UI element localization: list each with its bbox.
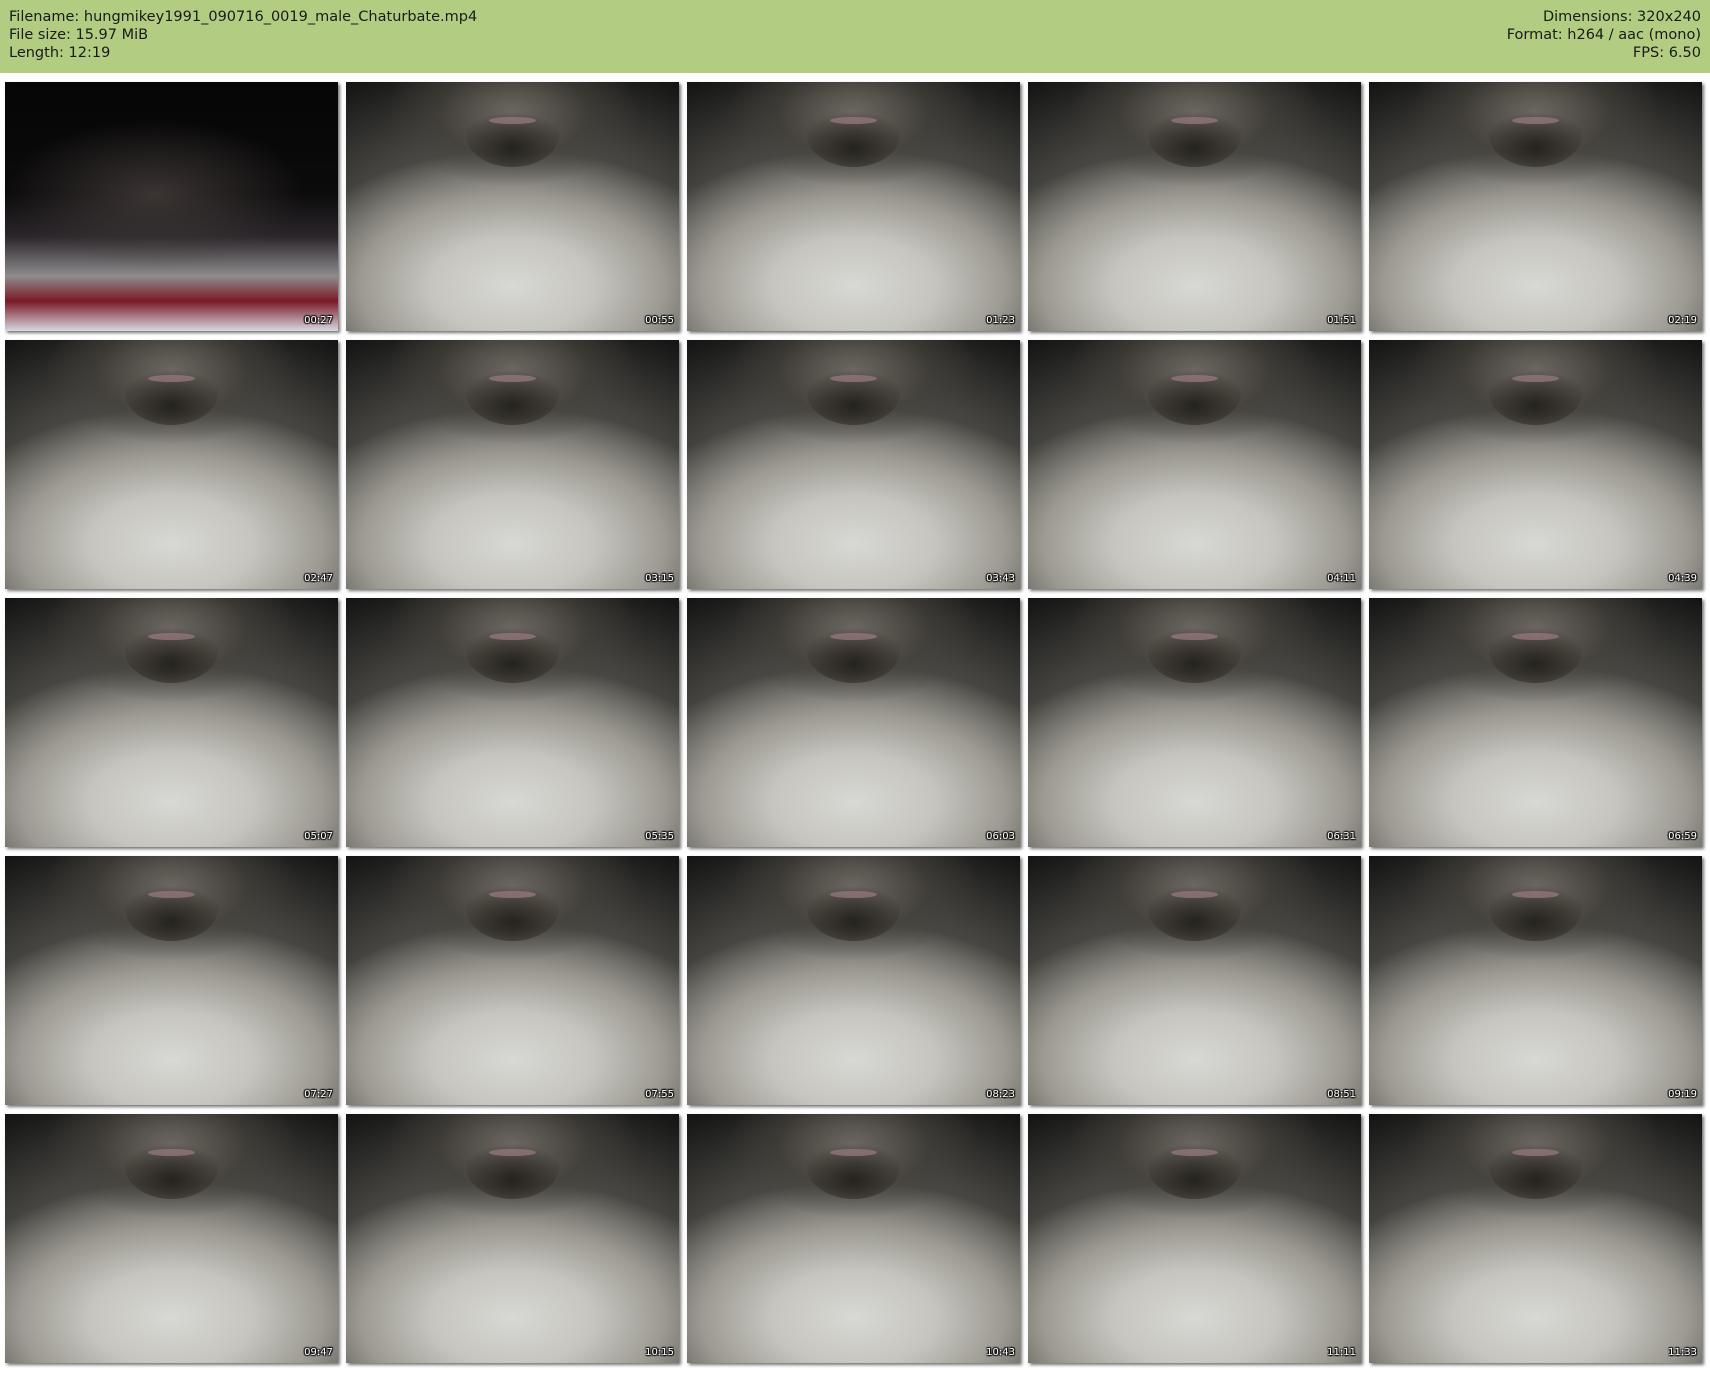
video-thumbnail: 06:03 [687, 598, 1020, 847]
thumbnail-timestamp: 07:27 [304, 1089, 333, 1100]
thumbnail-timestamp: 03:43 [986, 573, 1015, 584]
video-thumbnail: 05:07 [5, 598, 338, 847]
thumbnail-timestamp: 02:19 [1668, 315, 1697, 326]
length-text: Length: 12:19 [9, 45, 111, 61]
thumbnail-timestamp: 06:59 [1668, 831, 1697, 842]
info-header: Filename: hungmikey1991_090716_0019_male… [0, 0, 1710, 73]
thumbnail-shade [1488, 101, 1583, 167]
filename-text: Filename: hungmikey1991_090716_0019_male… [9, 9, 478, 25]
thumbnail-timestamp: 06:03 [986, 831, 1015, 842]
format-text: Format: h264 / aac (mono) [1506, 27, 1701, 43]
thumbnail-shade [806, 875, 901, 941]
video-thumbnail: 06:31 [1028, 598, 1361, 847]
video-thumbnail: 01:51 [1028, 82, 1361, 331]
thumbnail-timestamp: 09:47 [304, 1347, 333, 1358]
thumbnail-timestamp: 00:27 [304, 315, 333, 326]
thumbnail-shade [1147, 1133, 1242, 1199]
thumbnail-shade [465, 101, 560, 167]
thumbnail-shade [465, 617, 560, 683]
video-thumbnail: 06:59 [1369, 598, 1702, 847]
thumbnail-shade [1147, 359, 1242, 425]
video-thumbnail: 02:19 [1369, 82, 1702, 331]
video-thumbnail: 11:11 [1028, 1114, 1361, 1363]
thumbnail-shade [1488, 359, 1583, 425]
video-thumbnail: 01:23 [687, 82, 1020, 331]
video-thumbnail: 00:55 [346, 82, 679, 331]
video-thumbnail: 08:51 [1028, 856, 1361, 1105]
thumbnail-timestamp: 05:07 [304, 831, 333, 842]
thumbnail-shade [124, 875, 219, 941]
thumbnail-timestamp: 05:35 [645, 831, 674, 842]
video-thumbnail: 07:27 [5, 856, 338, 1105]
thumbnail-timestamp: 08:51 [1327, 1089, 1356, 1100]
thumbnail-shade [806, 617, 901, 683]
thumbnail-shade [465, 875, 560, 941]
thumbnail-shade [124, 1133, 219, 1199]
file-meta-left: Filename: hungmikey1991_090716_0019_male… [9, 8, 477, 62]
thumbnail-timestamp: 06:31 [1327, 831, 1356, 842]
video-thumbnail: 11:33 [1369, 1114, 1702, 1363]
thumbnail-timestamp: 11:11 [1327, 1347, 1356, 1358]
thumbnail-grid: 00:27 00:55 01:23 01:51 02:19 02:47 03:15 03:43… [5, 82, 1702, 1363]
thumbnail-shade [465, 359, 560, 425]
video-thumbnail: 09:47 [5, 1114, 338, 1363]
thumbnail-timestamp: 11:33 [1668, 1347, 1697, 1358]
video-thumbnail: 00:27 [5, 82, 338, 331]
thumbnail-timestamp: 00:55 [645, 315, 674, 326]
thumbnail-shade [124, 617, 219, 683]
filesize-text: File size: 15.97 MiB [9, 27, 149, 43]
thumbnail-shade [806, 1133, 901, 1199]
thumbnail-shade [1488, 1133, 1583, 1199]
thumbnail-shade [465, 1133, 560, 1199]
thumbnail-shade [1147, 101, 1242, 167]
video-thumbnail: 02:47 [5, 340, 338, 589]
video-thumbnail: 08:23 [687, 856, 1020, 1105]
thumbnail-timestamp: 09:19 [1668, 1089, 1697, 1100]
thumbnail-timestamp: 07:55 [645, 1089, 674, 1100]
thumbnail-timestamp: 04:39 [1668, 573, 1697, 584]
thumbnail-timestamp: 08:23 [986, 1089, 1015, 1100]
thumbnail-timestamp: 10:43 [986, 1347, 1015, 1358]
thumbnail-shade [1147, 617, 1242, 683]
thumbnail-timestamp: 02:47 [304, 573, 333, 584]
thumbnail-timestamp: 01:51 [1327, 315, 1356, 326]
video-thumbnail: 05:35 [346, 598, 679, 847]
thumbnail-timestamp: 01:23 [986, 315, 1015, 326]
thumbnail-timestamp: 10:15 [645, 1347, 674, 1358]
video-thumbnail: 04:39 [1369, 340, 1702, 589]
video-thumbnail: 04:11 [1028, 340, 1361, 589]
video-thumbnail: 10:15 [346, 1114, 679, 1363]
thumbnail-shade [806, 359, 901, 425]
file-meta-right: Dimensions: 320x240 Format: h264 / aac (… [1507, 8, 1701, 62]
thumbnail-shade [124, 359, 219, 425]
thumbnail-shade [1488, 875, 1583, 941]
thumbnail-timestamp: 04:11 [1327, 573, 1356, 584]
thumbnail-shade [806, 101, 901, 167]
fps-text: FPS: 6.50 [1632, 45, 1701, 61]
video-thumbnail: 03:15 [346, 340, 679, 589]
video-thumbnail: 10:43 [687, 1114, 1020, 1363]
video-thumbnail: 03:43 [687, 340, 1020, 589]
thumbnail-timestamp: 03:15 [645, 573, 674, 584]
thumbnail-shade [1488, 617, 1583, 683]
video-thumbnail: 09:19 [1369, 856, 1702, 1105]
video-thumbnail: 07:55 [346, 856, 679, 1105]
thumbnail-shade [1147, 875, 1242, 941]
dimensions-text: Dimensions: 320x240 [1542, 9, 1701, 25]
